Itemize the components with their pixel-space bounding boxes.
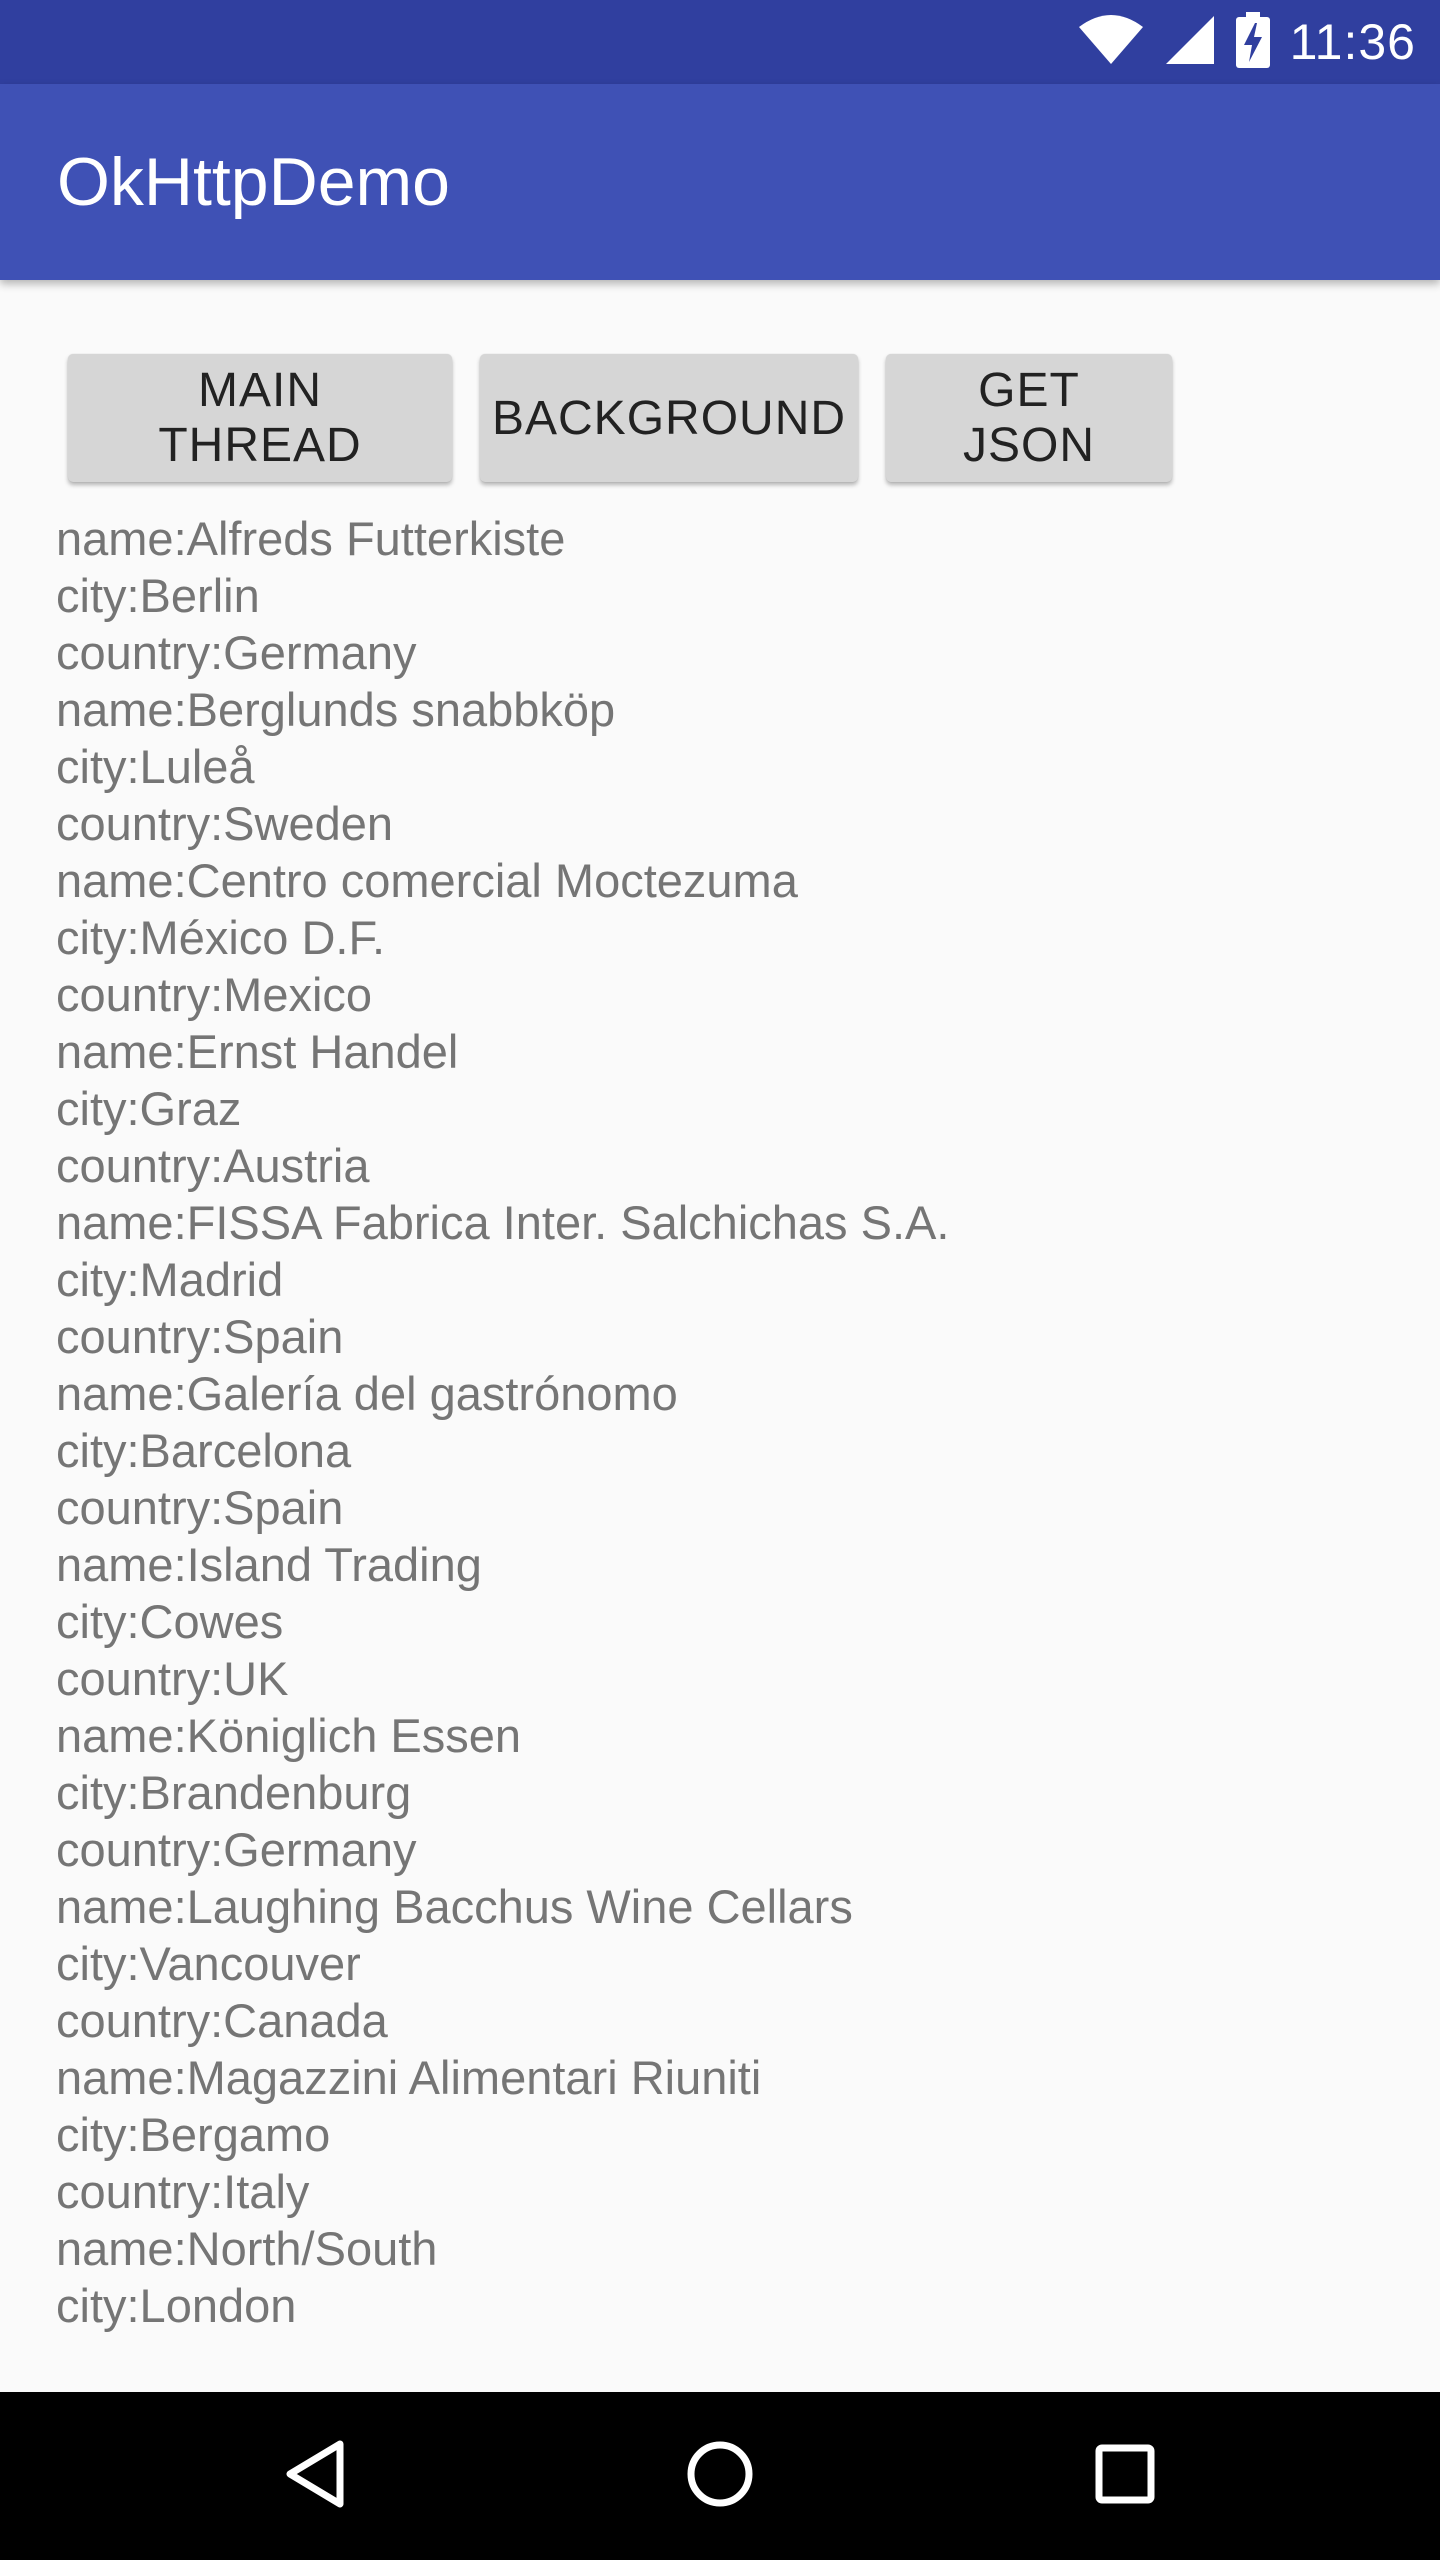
output-line: country:Canada: [56, 1994, 388, 2047]
output-line: name:Alfreds Futterkiste: [56, 512, 566, 565]
output-line: country:Germany: [56, 626, 417, 679]
back-icon: [285, 2440, 345, 2513]
main-thread-button[interactable]: MAIN THREAD: [68, 354, 452, 482]
output-line: country:Sweden: [56, 797, 394, 850]
output-line: city:Bergamo: [56, 2108, 331, 2161]
get-json-button[interactable]: GET JSON: [886, 354, 1172, 482]
recent-apps-button[interactable]: [1025, 2392, 1225, 2560]
output-text: name:Alfreds Futterkiste city:Berlin cou…: [56, 510, 1396, 2334]
recent-apps-icon: [1095, 2444, 1155, 2509]
output-line: name:Königlich Essen: [56, 1709, 522, 1762]
output-line: name:Centro comercial Moctezuma: [56, 854, 798, 907]
output-line: city:Barcelona: [56, 1424, 352, 1477]
app-title: OkHttpDemo: [57, 144, 450, 220]
output-line: country:Italy: [56, 2165, 310, 2218]
output-line: city:Berlin: [56, 569, 260, 622]
background-button[interactable]: BACKGROUND: [480, 354, 858, 482]
output-line: name:North/South: [56, 2222, 438, 2275]
output-line: name:Ernst Handel: [56, 1025, 459, 1078]
output-line: city:Graz: [56, 1082, 242, 1135]
output-line: country:UK: [56, 1652, 289, 1705]
status-bar: 11:36: [0, 0, 1440, 84]
output-line: country:Mexico: [56, 968, 373, 1021]
home-button[interactable]: [620, 2392, 820, 2560]
output-line: country:Spain: [56, 1310, 344, 1363]
output-line: city:Madrid: [56, 1253, 284, 1306]
output-line: country:Germany: [56, 1823, 417, 1876]
status-time: 11:36: [1289, 14, 1416, 70]
output-line: city:London: [56, 2279, 297, 2332]
output-line: name:Berglunds snabbköp: [56, 683, 616, 736]
app-screen: 11:36 OkHttpDemo MAIN THREAD BACKGROUND …: [0, 0, 1440, 2560]
battery-charging-icon: [1235, 11, 1270, 73]
output-line: name:Island Trading: [56, 1538, 482, 1591]
output-line: country:Austria: [56, 1139, 370, 1192]
output-line: country:Spain: [56, 1481, 344, 1534]
output-line: city:Brandenburg: [56, 1766, 412, 1819]
status-icons: 11:36: [1078, 0, 1416, 84]
wifi-icon: [1078, 14, 1144, 70]
output-line: name:FISSA Fabrica Inter. Salchichas S.A…: [56, 1196, 950, 1249]
output-line: name:Magazzini Alimentari Riuniti: [56, 2051, 762, 2104]
navigation-bar: [0, 2392, 1440, 2560]
output-line: name:Laughing Bacchus Wine Cellars: [56, 1880, 853, 1933]
app-bar: OkHttpDemo: [0, 84, 1440, 280]
output-line: name:Galería del gastrónomo: [56, 1367, 678, 1420]
output-line: city:Vancouver: [56, 1937, 361, 1990]
cellular-signal-icon: [1164, 14, 1216, 71]
output-line: city:México D.F.: [56, 911, 386, 964]
output-line: city:Luleå: [56, 740, 255, 793]
back-button[interactable]: [215, 2392, 415, 2560]
button-row: MAIN THREAD BACKGROUND GET JSON: [68, 354, 1172, 482]
home-icon: [686, 2440, 754, 2513]
output-line: city:Cowes: [56, 1595, 284, 1648]
